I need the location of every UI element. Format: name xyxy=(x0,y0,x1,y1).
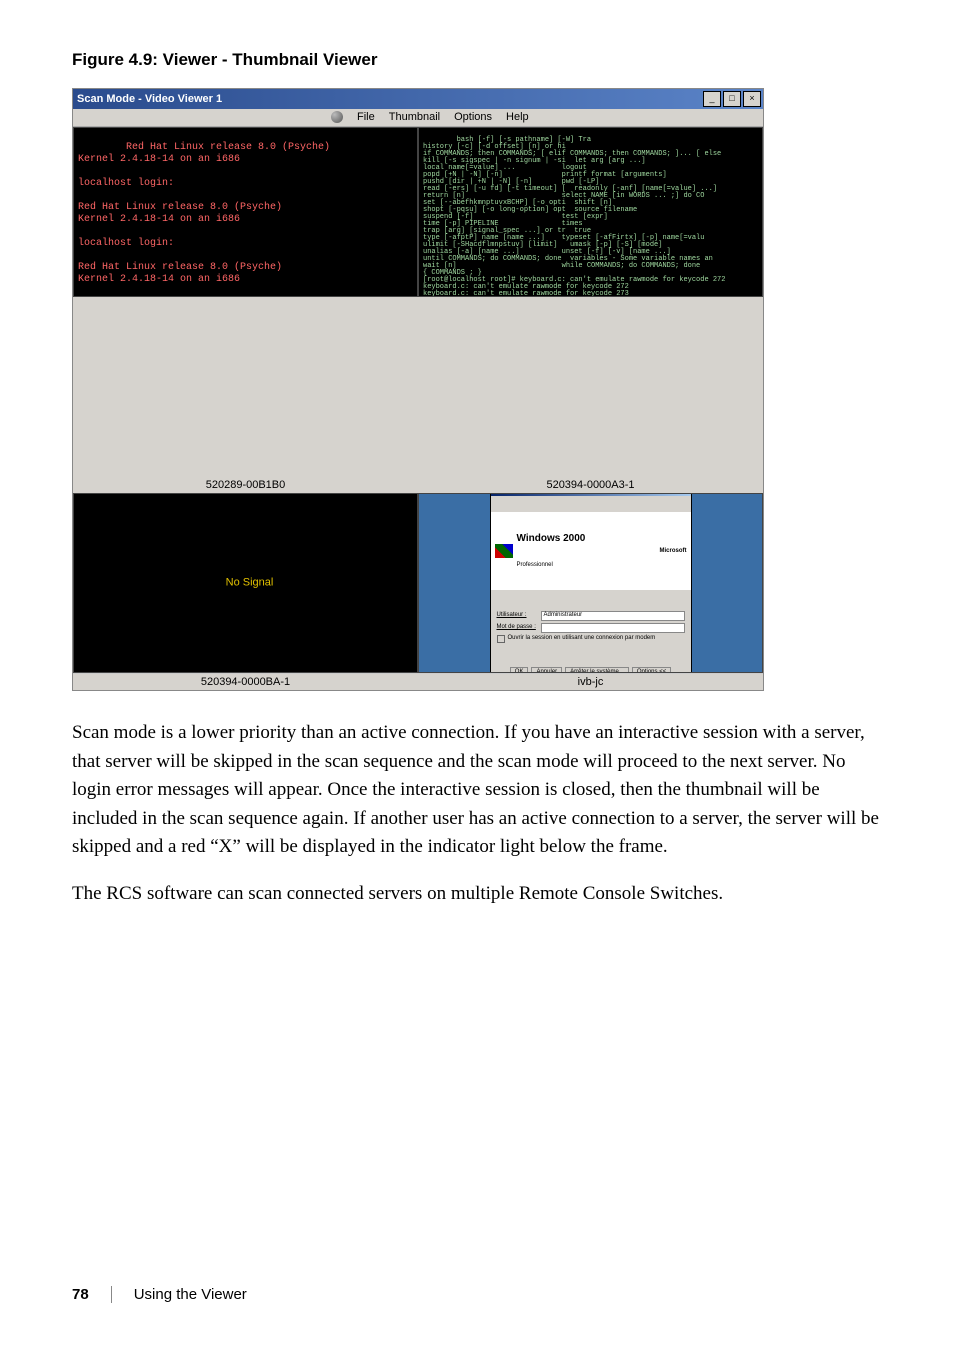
thumbnail-label: 520394-0000A3-1 xyxy=(418,479,763,491)
menu-help[interactable]: Help xyxy=(506,111,529,123)
paragraph-1: Scan mode is a lower priority than an ac… xyxy=(72,719,882,862)
pin-icon[interactable] xyxy=(331,111,343,123)
thumbnail-top-left[interactable]: Red Hat Linux release 8.0 (Psyche) Kerne… xyxy=(73,127,418,297)
thumbnail-grid-2: No Signal Ouverture de session Windows W… xyxy=(73,493,763,673)
thumbnail-grid: Red Hat Linux release 8.0 (Psyche) Kerne… xyxy=(73,127,763,477)
titlebar: Scan Mode - Video Viewer 1 _ □ × xyxy=(73,89,763,109)
menu-options[interactable]: Options xyxy=(454,111,492,123)
viewer-window: Scan Mode - Video Viewer 1 _ □ × File Th… xyxy=(72,88,764,691)
minimize-button[interactable]: _ xyxy=(703,91,721,107)
no-signal-text: No Signal xyxy=(78,576,418,589)
menu-file[interactable]: File xyxy=(357,111,375,123)
vendor-text: Microsoft xyxy=(660,548,687,555)
user-label: Utilisateur : xyxy=(497,612,537,619)
paragraph-2: The RCS software can scan connected serv… xyxy=(72,880,882,909)
thumbnail-label: 520289-00B1B0 xyxy=(73,479,418,491)
body-text: Scan mode is a lower priority than an ac… xyxy=(72,719,882,908)
thumbnail-label: 520394-0000BA-1 xyxy=(73,676,418,688)
password-field[interactable] xyxy=(541,623,685,633)
footer-section: Using the Viewer xyxy=(111,1286,247,1303)
figure-caption: Figure 4.9: Viewer - Thumbnail Viewer xyxy=(72,50,882,70)
windows-flag-icon xyxy=(495,544,513,558)
maximize-button[interactable]: □ xyxy=(723,91,741,107)
label-row-bottom: 520394-0000BA-1 ivb-jc xyxy=(73,673,763,690)
window-title: Scan Mode - Video Viewer 1 xyxy=(77,93,222,105)
login-dialog-title: Ouverture de session Windows xyxy=(491,493,691,496)
brand-text: Windows 2000 xyxy=(517,533,586,545)
options-button[interactable]: Options << xyxy=(632,667,671,673)
ok-button[interactable]: OK xyxy=(510,667,529,673)
modem-checkbox[interactable] xyxy=(497,635,505,643)
thumbnail-bottom-right[interactable]: Ouverture de session Windows Windows 200… xyxy=(418,493,763,673)
menu-thumbnail[interactable]: Thumbnail xyxy=(389,111,440,123)
terminal-text: Red Hat Linux release 8.0 (Psyche) Kerne… xyxy=(78,142,330,285)
window-controls: _ □ × xyxy=(701,91,761,107)
username-field[interactable]: Administrateur xyxy=(541,611,685,621)
thumbnail-top-right[interactable]: bash [-f] [-s pathname] [-W] Tra history… xyxy=(418,127,763,297)
thumbnail-label: ivb-jc xyxy=(418,676,763,688)
page-number: 78 xyxy=(72,1286,89,1303)
login-banner: Windows 2000 Professionnel Microsoft xyxy=(491,512,691,590)
modem-checkbox-label: Ouvrir la session en utilisant une conne… xyxy=(508,635,656,642)
login-dialog: Ouverture de session Windows Windows 200… xyxy=(490,493,692,673)
menubar: File Thumbnail Options Help xyxy=(73,109,763,127)
page-footer: 78 Using the Viewer xyxy=(72,1286,247,1303)
cancel-button[interactable]: Annuler xyxy=(531,667,562,673)
password-label: Mot de passe : xyxy=(497,624,537,631)
terminal-text: bash [-f] [-s pathname] [-W] Tra history… xyxy=(423,136,725,297)
brand-subtitle: Professionnel xyxy=(517,562,586,569)
label-row-top: 520289-00B1B0 520394-0000A3-1 xyxy=(73,477,763,493)
shutdown-button[interactable]: Arrêter le système... xyxy=(565,667,629,673)
close-button[interactable]: × xyxy=(743,91,761,107)
thumbnail-bottom-left[interactable]: No Signal xyxy=(73,493,418,673)
